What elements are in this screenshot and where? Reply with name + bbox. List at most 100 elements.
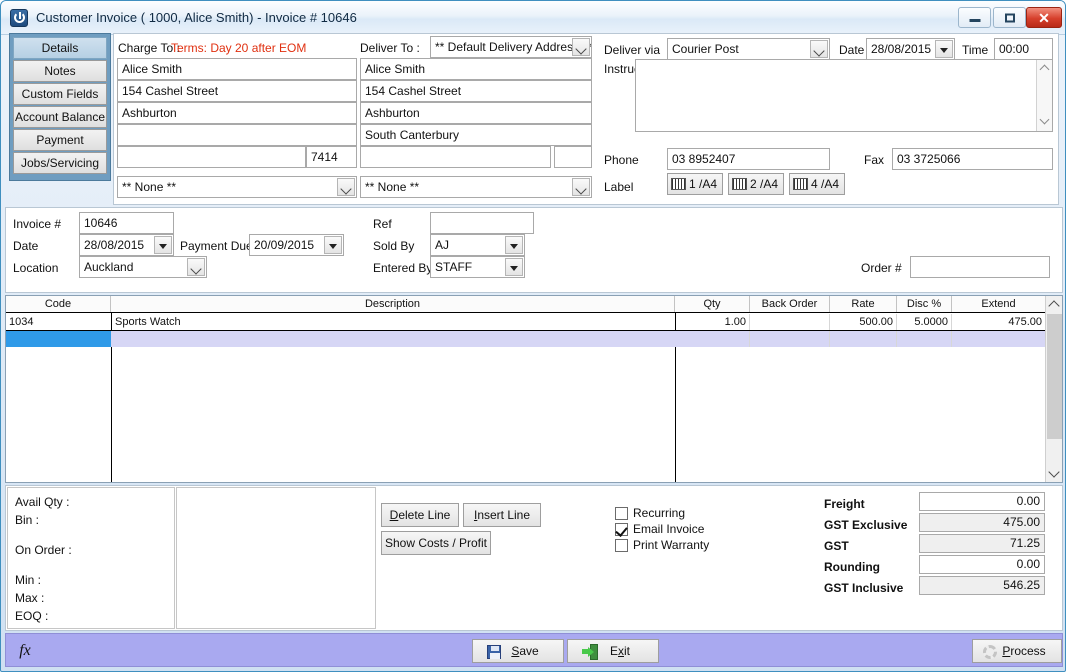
cell-extend[interactable]: 475.00 [952,314,1045,330]
phone-field[interactable]: 03 8952407 [667,148,830,170]
cell-extend[interactable] [952,331,1045,347]
instructions-scrollbar[interactable] [1036,60,1052,131]
delivery-time-field[interactable]: 00:00 [994,38,1053,60]
cell-description[interactable]: Sports Watch [112,314,675,330]
formula-fx-button[interactable]: fx [14,640,36,662]
invoice-date-label: Date [13,239,39,253]
gst-inclusive-value: 546.25 [919,576,1045,595]
charge-to-line5[interactable] [117,146,306,168]
invoice-date-field[interactable]: 28/08/2015 [79,234,174,256]
order-no-field[interactable] [910,256,1050,278]
calendar-dropdown-icon [154,236,172,254]
delete-line-button[interactable]: Delete Line [381,503,459,527]
tab-account-balance[interactable]: Account Balance [13,106,107,128]
deliver-to-contact-select[interactable]: ** None ** [360,176,592,198]
deliver-to-line4[interactable]: South Canterbury [360,124,592,146]
deliver-via-select[interactable]: Courier Post [667,38,830,60]
email-invoice-checkbox[interactable] [615,523,628,536]
freight-value[interactable]: 0.00 [919,492,1045,511]
customer-invoice-window: Customer Invoice ( 1000, Alice Smith) - … [0,0,1066,672]
stock-info-panel: Avail Qty : Bin : On Order : Min : Max :… [7,487,175,629]
gst-inclusive-label: GST Inclusive [824,581,904,595]
charge-to-line1[interactable]: Alice Smith [117,58,357,80]
close-icon: ✕ [1038,9,1050,26]
cell-disc[interactable] [897,331,952,347]
cell-code-selected[interactable] [6,331,111,347]
column-header-rate[interactable]: Rate [830,296,897,312]
rounding-value[interactable]: 0.00 [919,555,1045,574]
cell-code[interactable]: 1034 [6,314,111,330]
gear-icon [983,645,997,659]
show-costs-profit-button[interactable]: Show Costs / Profit [381,531,491,555]
cell-qty[interactable] [676,331,750,347]
instructions-textarea[interactable] [635,59,1053,132]
cell-back-order[interactable] [750,331,830,347]
scrollbar-thumb[interactable] [1047,314,1062,439]
charge-to-line2[interactable]: 154 Cashel Street [117,80,357,102]
cell-rate[interactable] [830,331,897,347]
maximize-button[interactable] [993,7,1026,28]
cell-description[interactable] [112,331,675,347]
payment-due-field[interactable]: 20/09/2015 [249,234,344,256]
entered-by-select[interactable]: STAFF [430,256,525,278]
delivery-address-select[interactable]: ** Default Delivery Address ** [430,36,592,58]
deliver-to-postcode[interactable] [554,146,592,168]
label-4a4-button[interactable]: 4 /A4 [789,173,845,195]
ref-field[interactable] [430,212,534,234]
cell-back-order[interactable] [750,314,830,330]
eoq-label: EOQ : [15,609,49,623]
cell-qty[interactable]: 1.00 [676,314,750,330]
delivery-date-field[interactable]: 28/08/2015 [866,38,955,60]
tab-jobs-servicing[interactable]: Jobs/Servicing [13,152,107,174]
tab-custom-fields[interactable]: Custom Fields [13,83,107,105]
location-value: Auckland [84,260,134,274]
deliver-to-line5[interactable] [360,146,551,168]
charge-to-contact-select[interactable]: ** None ** [117,176,357,198]
column-header-extend[interactable]: Extend [952,296,1045,312]
location-select[interactable]: Auckland [79,256,207,278]
power-icon [10,9,28,27]
invoice-date-value: 28/08/2015 [84,238,145,252]
charge-to-postcode[interactable]: 7414 [306,146,357,168]
invoice-no-field[interactable]: 10646 [79,212,174,234]
invoice-details-panel: Invoice # 10646 Date 28/08/2015 Payment … [5,207,1063,293]
deliver-to-label: Deliver To : [360,41,420,55]
process-button[interactable]: Process [972,639,1062,663]
insert-line-button[interactable]: Insert Line [463,503,541,527]
close-button[interactable]: ✕ [1026,7,1062,28]
exit-button[interactable]: Exit [567,639,659,663]
cell-disc[interactable]: 5.0000 [897,314,952,330]
print-warranty-checkbox[interactable] [615,539,628,552]
deliver-via-value: Courier Post [672,42,739,56]
column-header-back-order[interactable]: Back Order [750,296,830,312]
scroll-up-button[interactable] [1046,296,1062,313]
deliver-to-line2[interactable]: 154 Cashel Street [360,80,592,102]
addresses-panel: Charge To : Terms: Day 20 after EOM Alic… [113,33,1059,205]
save-button[interactable]: Save [472,639,564,663]
table-row[interactable] [6,331,1062,347]
tab-payment[interactable]: Payment [13,129,107,151]
fax-field[interactable]: 03 3725066 [892,148,1053,170]
deliver-to-line3[interactable]: Ashburton [360,102,592,124]
label-1a4-button[interactable]: 1 /A4 [667,173,723,195]
tab-details[interactable]: Details [13,37,107,59]
tab-notes[interactable]: Notes [13,60,107,82]
chevron-down-icon [505,258,523,276]
sold-by-select[interactable]: AJ [430,234,525,256]
deliver-to-line1[interactable]: Alice Smith [360,58,592,80]
column-header-description[interactable]: Description [111,296,675,312]
column-header-disc[interactable]: Disc % [897,296,952,312]
scroll-down-button[interactable] [1046,465,1062,482]
column-header-qty[interactable]: Qty [675,296,750,312]
cell-rate[interactable]: 500.00 [830,314,897,330]
recurring-checkbox[interactable] [615,507,628,520]
charge-to-line4[interactable] [117,124,357,146]
label-2a4-button[interactable]: 2 /A4 [728,173,784,195]
section-tabs: Details Notes Custom Fields Account Bala… [9,33,111,181]
table-row[interactable]: 1034 Sports Watch 1.00 500.00 5.0000 475… [6,314,1062,330]
column-header-code[interactable]: Code [6,296,111,312]
grid-scrollbar[interactable] [1045,296,1062,482]
minimize-button[interactable] [958,7,991,28]
invoice-no-label: Invoice # [13,217,62,231]
charge-to-line3[interactable]: Ashburton [117,102,357,124]
